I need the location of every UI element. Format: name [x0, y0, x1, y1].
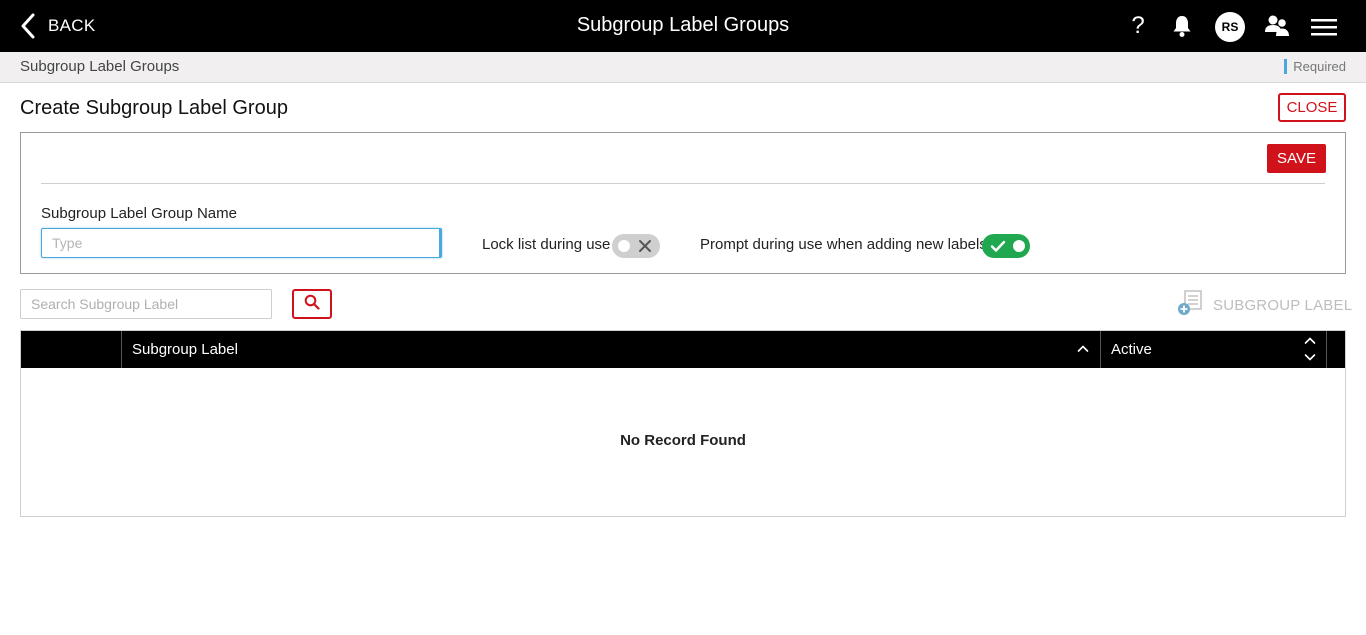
toggle-knob	[618, 240, 630, 252]
sort-ascending-icon[interactable]	[1077, 342, 1089, 360]
user-avatar[interactable]: RS	[1215, 12, 1245, 42]
breadcrumb[interactable]: Subgroup Label Groups	[20, 58, 179, 75]
page-title: Create Subgroup Label Group	[20, 97, 288, 119]
column-header-blank	[21, 331, 121, 368]
search-button[interactable]	[292, 289, 332, 319]
hamburger-menu-icon[interactable]	[1311, 17, 1337, 37]
table-header: Subgroup Label Active	[21, 331, 1345, 368]
group-name-label: Subgroup Label Group Name	[41, 205, 237, 222]
subgroup-label-table: Subgroup Label Active No Record Found	[20, 330, 1346, 517]
lock-list-toggle[interactable]	[612, 234, 660, 258]
search-icon	[304, 294, 320, 315]
breadcrumb-bar: Subgroup Label Groups Required	[0, 52, 1366, 83]
search-subgroup-label-input[interactable]	[20, 289, 272, 319]
required-legend: Required	[1284, 59, 1346, 74]
sort-toggle-icon[interactable]	[1304, 335, 1316, 370]
checkmark-icon	[990, 238, 1006, 254]
bell-icon[interactable]	[1170, 14, 1194, 38]
column-divider	[121, 331, 122, 368]
save-button[interactable]: SAVE	[1267, 144, 1326, 173]
column-header-active[interactable]: Active	[1111, 331, 1291, 368]
panel-divider	[41, 183, 1325, 184]
add-subgroup-label-button[interactable]: SUBGROUP LABEL	[1177, 289, 1353, 322]
prompt-new-labels-label: Prompt during use when adding new labels	[700, 236, 987, 253]
add-subgroup-label-text: SUBGROUP LABEL	[1213, 296, 1353, 314]
top-navigation-bar: BACK Subgroup Label Groups ? RS	[0, 0, 1366, 52]
column-header-subgroup-label[interactable]: Subgroup Label	[132, 331, 1072, 368]
toggle-knob	[1013, 240, 1025, 252]
create-form-panel: SAVE Subgroup Label Group Name Lock list…	[20, 132, 1346, 274]
add-list-icon	[1177, 289, 1203, 322]
close-button[interactable]: CLOSE	[1278, 93, 1346, 122]
empty-state-message: No Record Found	[620, 432, 746, 449]
prompt-new-labels-toggle[interactable]	[982, 234, 1030, 258]
x-icon	[637, 238, 653, 254]
group-name-input[interactable]	[41, 228, 442, 258]
users-icon[interactable]	[1264, 14, 1290, 38]
lock-list-label: Lock list during use	[482, 236, 611, 253]
help-icon[interactable]: ?	[1124, 12, 1152, 40]
column-divider	[1326, 331, 1327, 368]
app-title: Subgroup Label Groups	[576, 14, 790, 36]
column-divider	[1100, 331, 1101, 368]
